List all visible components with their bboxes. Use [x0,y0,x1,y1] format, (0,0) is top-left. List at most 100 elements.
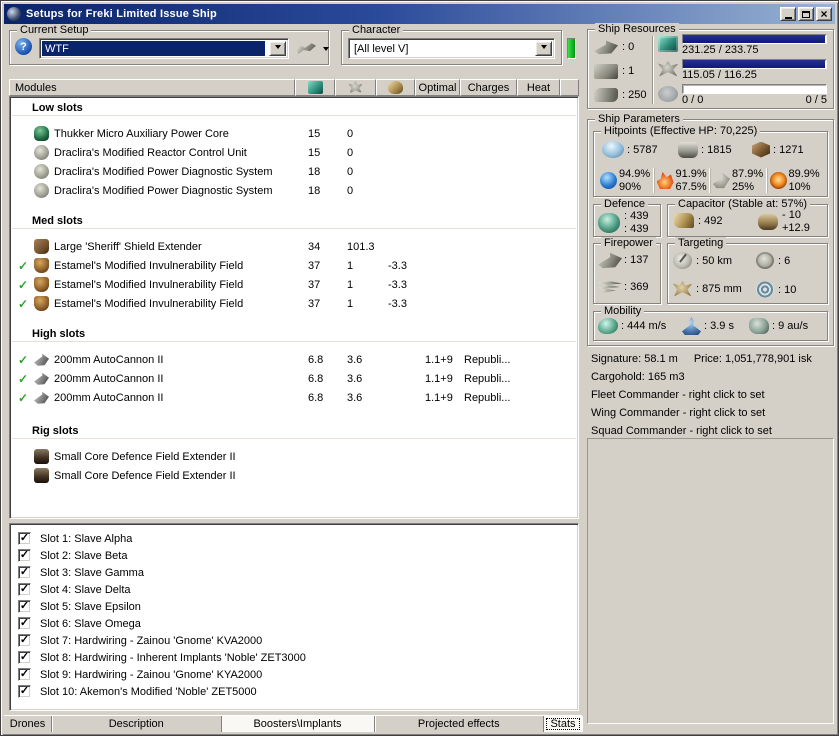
module-row[interactable]: Estamel's Modified Invulnerability Field… [10,256,578,275]
capacitor-charge-icon [674,213,694,228]
module-row[interactable]: Estamel's Modified Invulnerability Field… [10,294,578,313]
column-powergrid[interactable] [335,79,376,96]
implant-label: Slot 10: Akemon's Modified 'Noble' ZET50… [40,685,257,698]
character-combobox[interactable]: [All level V] [348,38,555,59]
implant-row[interactable]: Slot 7: Hardwiring - Zainou 'Gnome' KVA2… [18,632,578,649]
help-icon[interactable] [15,38,32,55]
close-button[interactable] [816,7,832,21]
module-row[interactable]: Large 'Sheriff' Shield Extender 34 101.3 [10,237,578,256]
fleet-commander-text[interactable]: Fleet Commander - right click to set [591,386,765,404]
module-row[interactable]: Small Core Defence Field Extender II [10,466,578,485]
shield-hp-icon [602,141,624,158]
checkbox-icon[interactable] [18,685,31,698]
chevron-down-icon [540,45,547,52]
tab-projected-effects[interactable]: Projected effects [375,716,544,732]
em-resist-icon [600,172,617,189]
app-icon [7,7,21,21]
checkbox-icon[interactable] [18,532,31,545]
drone-bandwidth-text: 0 / 5 [805,94,827,106]
firepower-dps: : 137 [624,254,649,266]
column-capacitor[interactable] [376,79,415,96]
hitpoints-group: Hitpoints (Effective HP: 70,225) : 5787 … [593,125,828,197]
implant-row[interactable]: Slot 4: Slave Delta [18,581,578,598]
module-row[interactable]: Draclira's Modified Power Diagnostic Sys… [10,162,578,181]
character-combobox-arrow[interactable] [535,41,552,56]
kinetic-resist-armor: 25% [732,180,755,193]
explosive-resist-armor: 10% [788,180,811,193]
checkbox-icon[interactable] [18,617,31,630]
tab-drones[interactable]: Drones [4,716,52,732]
module-row[interactable]: Estamel's Modified Invulnerability Field… [10,275,578,294]
module-name: 200mm AutoCannon II [54,391,164,404]
module-cpu: 34 [308,240,321,253]
module-pg: 3.6 [347,372,363,385]
em-resist-armor: 90% [619,180,642,193]
implant-row[interactable]: Slot 3: Slave Gamma [18,564,578,581]
wing-commander-text[interactable]: Wing Commander - right click to set [591,404,765,422]
setup-combobox[interactable]: WTF [39,38,289,59]
check-icon [20,618,29,628]
max-targets-icon [756,252,774,269]
implant-row[interactable]: Slot 1: Slave Alpha [18,530,578,547]
implant-row[interactable]: Slot 10: Akemon's Modified 'Noble' ZET50… [18,683,578,700]
module-row[interactable]: Thukker Micro Auxiliary Power Core 15 0 [10,124,578,143]
minimize-button[interactable] [780,7,796,21]
module-row[interactable]: Draclira's Modified Reactor Control Unit… [10,143,578,162]
autocannon-icon [34,372,49,385]
module-row[interactable]: 200mm AutoCannon II 6.8 3.6 1.1+9 Republ… [10,388,578,407]
implant-row[interactable]: Slot 6: Slave Omega [18,615,578,632]
signature-text: Signature: 58.1 m [591,353,678,365]
checkbox-icon[interactable] [18,600,31,613]
checkbox-icon[interactable] [18,668,31,681]
cpu-icon [658,36,678,52]
implant-row[interactable]: Slot 5: Slave Epsilon [18,598,578,615]
column-heat[interactable]: Heat [517,79,560,96]
scan-resolution: : 875 mm [696,283,742,295]
defence-label: Defence [601,198,648,210]
character-combobox-value: [All level V] [354,43,409,55]
boosters-implants-list[interactable]: Slot 1: Slave Alpha Slot 2: Slave Beta S… [9,523,579,711]
module-pg: 1 [347,297,354,310]
module-name: Draclira's Modified Power Diagnostic Sys… [54,184,273,197]
checkbox-icon[interactable] [18,566,31,579]
check-icon [20,635,29,645]
module-optimal: 1.1+9 [425,391,453,404]
module-charges: Republi... [464,353,511,366]
checkbox-icon[interactable] [18,651,31,664]
module-name: 200mm AutoCannon II [54,372,164,385]
implant-row[interactable]: Slot 8: Hardwiring - Inherent Implants '… [18,649,578,666]
capacitor-amount: : 492 [698,214,723,227]
module-row[interactable]: 200mm AutoCannon II 6.8 3.6 1.1+9 Republ… [10,350,578,369]
tab-stats[interactable]: Stats [544,716,582,732]
module-row[interactable]: Draclira's Modified Power Diagnostic Sys… [10,181,578,200]
modules-table-header[interactable]: Modules Optimal Charges Heat [9,79,579,96]
checkbox-icon[interactable] [18,583,31,596]
column-charges[interactable]: Charges [460,79,517,96]
max-velocity: : 444 m/s [621,320,667,332]
module-charges: Republi... [464,372,511,385]
module-row[interactable]: 200mm AutoCannon II 6.8 3.6 1.1+9 Republ… [10,369,578,388]
sensor-strength: : 10 [778,283,797,296]
column-cpu[interactable] [295,79,335,96]
modules-list[interactable]: Low slots Thukker Micro Auxiliary Power … [9,96,579,519]
module-pg: 1 [347,259,354,272]
maximize-button[interactable] [798,7,814,21]
rig-slot-icon [34,449,49,464]
powergrid-usage-text: 115.05 / 116.25 [682,69,757,81]
titlebar[interactable]: Setups for Freki Limited Issue Ship [4,4,835,24]
module-cpu: 37 [308,297,321,310]
implant-row[interactable]: Slot 9: Hardwiring - Zainou 'Gnome' KYA2… [18,666,578,683]
module-row[interactable]: Small Core Defence Field Extender II [10,447,578,466]
tab-description[interactable]: Description [52,716,222,732]
setup-combobox-arrow[interactable] [269,41,286,56]
implant-row[interactable]: Slot 2: Slave Beta [18,547,578,564]
column-modules[interactable]: Modules [9,79,295,96]
check-icon [20,533,29,543]
wrench-menu-arrow-icon[interactable] [323,47,329,54]
launcher-count: : 1 [622,65,635,77]
warp-speed: : 9 au/s [772,320,809,332]
tab-boosters-implants[interactable]: Boosters\Implants [221,716,375,732]
checkbox-icon[interactable] [18,634,31,647]
column-optimal[interactable]: Optimal [415,79,460,96]
checkbox-icon[interactable] [18,549,31,562]
